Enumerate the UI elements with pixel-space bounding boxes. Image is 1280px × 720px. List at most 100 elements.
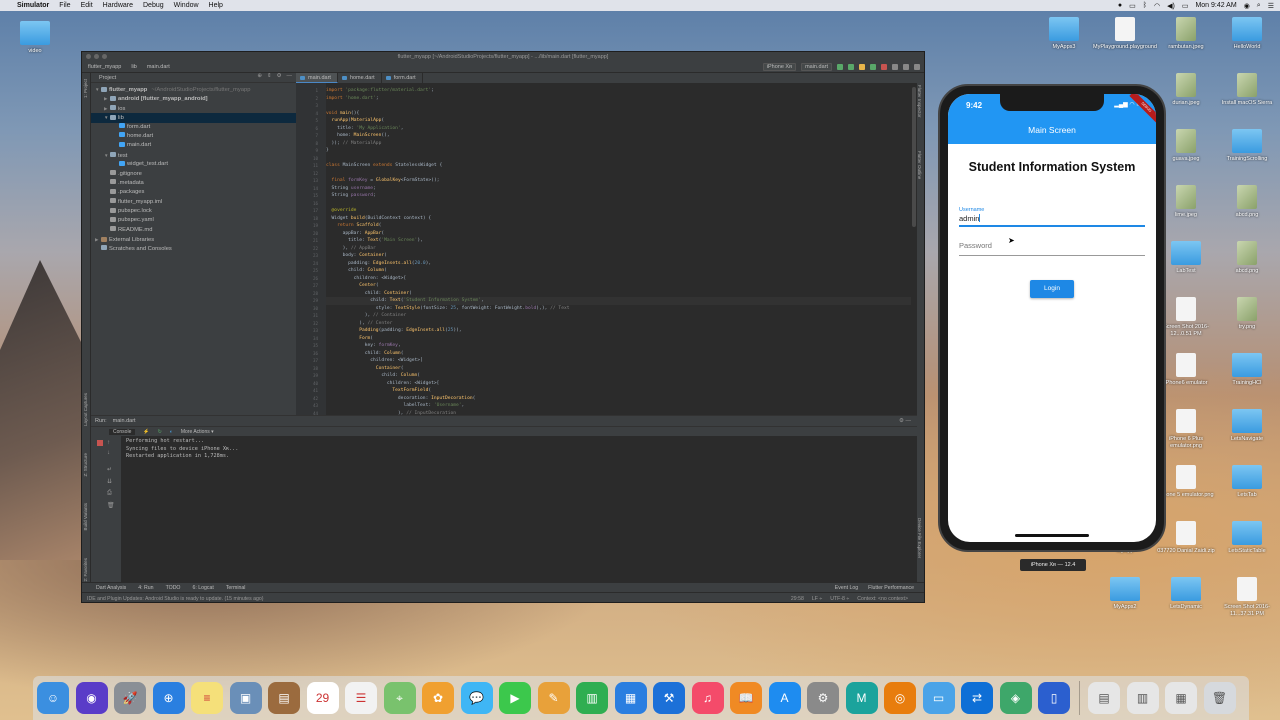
desktop-icon[interactable]: LetsDynamic bbox=[1154, 577, 1218, 611]
username-field[interactable]: Username admin bbox=[959, 207, 1145, 227]
cast-icon[interactable]: ▭ bbox=[1129, 2, 1136, 10]
tree-item[interactable]: ▼ flutter_myapp ~/AndroidStudioProjects/fl… bbox=[91, 85, 296, 94]
messages-icon[interactable]: 💬 bbox=[460, 682, 493, 714]
event-log-button[interactable]: Event Log bbox=[835, 585, 858, 591]
tree-item[interactable]: ▼ lib bbox=[91, 113, 296, 123]
breadcrumb-project[interactable]: flutter_myapp bbox=[88, 64, 121, 70]
code-area[interactable]: import 'package:flutter/material.dart'; … bbox=[326, 83, 911, 415]
keynote-icon[interactable]: ▦ bbox=[614, 682, 647, 714]
hide-panel-icon[interactable]: — bbox=[287, 73, 293, 79]
clear-console-icon[interactable]: 🗑 bbox=[107, 502, 115, 509]
menu-window[interactable]: Window bbox=[174, 2, 199, 9]
battery-icon[interactable]: ▭ bbox=[1182, 2, 1189, 10]
desktop-icon[interactable]: TrainingHCI bbox=[1215, 353, 1279, 387]
editor-tab[interactable]: home.dart bbox=[338, 73, 382, 83]
search-everywhere-icon[interactable] bbox=[914, 64, 920, 70]
tool-build-variants[interactable]: Build Variants bbox=[83, 503, 88, 530]
cursor-position[interactable]: 29:58 bbox=[791, 596, 804, 602]
desktop-icon[interactable]: try.png bbox=[1215, 297, 1279, 331]
project-view-selector[interactable]: Project bbox=[99, 75, 116, 81]
tree-item[interactable]: .packages bbox=[91, 188, 296, 197]
tool-window-button[interactable]: TODO bbox=[166, 585, 181, 591]
xcode-icon[interactable]: ⚒ bbox=[653, 682, 685, 714]
run-hide-icon[interactable]: — bbox=[906, 418, 912, 424]
desktop-icon[interactable]: abcd.png bbox=[1215, 185, 1279, 219]
siri-icon[interactable]: ◉ bbox=[75, 682, 108, 714]
menu-hardware[interactable]: Hardware bbox=[103, 2, 133, 9]
photos-icon[interactable]: ✿ bbox=[422, 682, 454, 714]
console-output[interactable]: Performing hot restart... Syncing files t… bbox=[126, 438, 238, 461]
collapse-icon[interactable]: ⇕ bbox=[267, 73, 272, 79]
tool-flutter-inspector[interactable]: Flutter Inspector bbox=[917, 85, 922, 118]
tool-project[interactable]: 1: Project bbox=[83, 79, 88, 98]
editor-scrollbar[interactable] bbox=[911, 83, 917, 415]
settings-gear-icon[interactable]: ⚙ bbox=[277, 73, 282, 79]
tree-item[interactable]: form.dart bbox=[91, 123, 296, 132]
reminders-icon[interactable]: ☰ bbox=[345, 682, 377, 714]
calendar-icon[interactable]: 29 bbox=[306, 682, 339, 714]
tool-flutter-outline[interactable]: Flutter Outline bbox=[917, 151, 922, 179]
hot-restart-icon[interactable] bbox=[870, 64, 876, 70]
tree-item[interactable]: README.md bbox=[91, 226, 296, 235]
tree-item[interactable]: home.dart bbox=[91, 132, 296, 141]
tree-item[interactable]: ▶ android [flutter_myapp_android] bbox=[91, 94, 296, 103]
desktop-icon[interactable]: MyApps3 bbox=[1032, 17, 1096, 51]
trash-icon[interactable]: 🗑 bbox=[1203, 682, 1236, 714]
tree-item[interactable]: ▶ ios bbox=[91, 104, 296, 113]
desktop-icon[interactable]: LetsNavigate bbox=[1215, 409, 1279, 443]
desktop-icon[interactable]: HelloWorld bbox=[1215, 17, 1279, 51]
folder-icon[interactable]: ▭ bbox=[922, 682, 955, 714]
tool-favorites[interactable]: 2: Favorites bbox=[83, 558, 88, 582]
books-icon[interactable]: 📖 bbox=[730, 682, 762, 714]
volume-icon[interactable]: ◀) bbox=[1167, 2, 1175, 10]
editor-tab[interactable]: form.dart bbox=[382, 73, 423, 83]
desktop-icon-video[interactable]: video bbox=[3, 21, 67, 55]
run-config-selector[interactable]: main.dart bbox=[801, 63, 832, 71]
hot-restart-small-icon[interactable]: ↻ bbox=[158, 429, 162, 435]
scroll-down-icon[interactable]: ↓ bbox=[107, 450, 110, 456]
menu-help[interactable]: Help bbox=[209, 2, 223, 9]
preview-icon[interactable]: ▣ bbox=[229, 682, 262, 714]
safari-icon[interactable]: ⊕ bbox=[152, 682, 185, 714]
tool-layout-captures[interactable]: Layout Captures bbox=[83, 393, 88, 426]
launchpad-icon[interactable]: 🚀 bbox=[114, 682, 146, 714]
device-selector[interactable]: iPhone Xʀ bbox=[762, 63, 797, 71]
context-indicator[interactable]: Context: <no context> bbox=[857, 596, 908, 602]
numbers-icon[interactable]: ▥ bbox=[576, 682, 608, 714]
notification-center-icon[interactable]: ☰ bbox=[1268, 2, 1274, 10]
zoom-window-icon[interactable] bbox=[102, 54, 107, 59]
locate-icon[interactable]: ⊕ bbox=[257, 73, 262, 79]
screen-record-icon[interactable]: ● bbox=[1118, 2, 1122, 9]
downloads-stack-icon[interactable]: ▤ bbox=[1088, 682, 1120, 714]
scroll-to-end-icon[interactable]: ⇊ bbox=[107, 478, 112, 485]
wifi-icon[interactable]: ◠ bbox=[1154, 2, 1160, 10]
console-tab[interactable]: Console bbox=[109, 428, 136, 435]
tool-window-button[interactable]: 4: Run bbox=[138, 585, 153, 591]
flutter-performance-button[interactable]: Flutter Performance bbox=[868, 585, 914, 591]
facetime-icon[interactable]: ▶ bbox=[499, 682, 531, 714]
tree-item[interactable]: .metadata bbox=[91, 179, 296, 188]
tree-item[interactable]: pubspec.lock bbox=[91, 207, 296, 216]
desktop-icon[interactable]: Screen Shot 2016-11...37.31 PM bbox=[1215, 577, 1279, 618]
pages-icon[interactable]: ✎ bbox=[537, 682, 570, 714]
tool-structure[interactable]: Z: Structure bbox=[83, 453, 88, 477]
system-preferences-icon[interactable]: ⚙ bbox=[807, 682, 839, 714]
music-icon[interactable]: ♫ bbox=[691, 682, 724, 714]
line-separator[interactable]: LF ÷ bbox=[812, 596, 822, 602]
tool-window-button[interactable]: 6: Logcat bbox=[192, 585, 213, 591]
maya-icon[interactable]: M bbox=[845, 682, 878, 714]
run-icon[interactable] bbox=[837, 64, 843, 70]
contacts-icon[interactable]: ▤ bbox=[268, 682, 300, 714]
maps-icon[interactable]: ⌖ bbox=[383, 682, 416, 714]
tree-item[interactable]: ▶ External Libraries bbox=[91, 235, 296, 244]
tool-window-button[interactable]: Dart Analysis bbox=[96, 585, 126, 591]
desktop-icon[interactable]: LetsStaticTable bbox=[1215, 521, 1279, 555]
simulator-icon[interactable]: ▯ bbox=[1038, 682, 1070, 714]
breadcrumb-file[interactable]: main.dart bbox=[147, 64, 170, 70]
tree-item[interactable]: main.dart bbox=[91, 141, 296, 150]
minimize-window-icon[interactable] bbox=[94, 54, 99, 59]
tree-item[interactable]: flutter_myapp.iml bbox=[91, 198, 296, 207]
debug-icon[interactable] bbox=[848, 64, 854, 70]
tool-window-button[interactable]: Terminal bbox=[226, 585, 246, 591]
menu-clock[interactable]: Mon 9:42 AM bbox=[1195, 2, 1236, 9]
